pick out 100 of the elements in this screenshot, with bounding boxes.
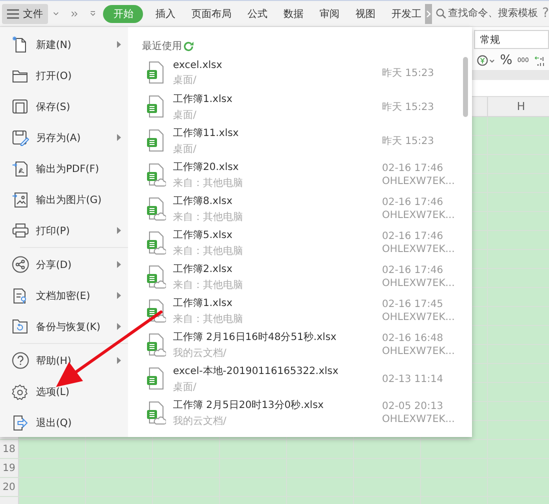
ribbon-tab[interactable]: 审阅 (311, 4, 348, 22)
device-name: OHLEXW7EK... (382, 278, 456, 289)
file-time: 02-16 17:46 (382, 231, 444, 242)
menu-item[interactable]: 退出(Q) (0, 407, 128, 438)
scroll-right-button[interactable] (425, 4, 432, 24)
file-location: 桌面/ (173, 142, 198, 156)
recent-file-item[interactable]: 工作簿 2月5日20时13分0秒.xlsx 我的云文档/ 02-05 20:13 OHLEXW7EK... (146, 396, 466, 430)
menu-item[interactable]: 文档加密(E) (0, 280, 128, 311)
menu-item[interactable]: 打开(O) (0, 60, 128, 91)
exit-icon (12, 414, 28, 430)
recent-file-item[interactable]: 工作簿20.xlsx 来自：其他电脑 02-16 17:46 OHLEXW7EK... (146, 158, 466, 192)
search-icon (436, 8, 446, 19)
lock-document-icon (12, 288, 28, 304)
new-document-icon (12, 36, 28, 53)
menu-item[interactable]: 选项(L) (0, 376, 128, 407)
file-name: excel-本地-20190116165322.xlsx (173, 364, 340, 378)
device-name: OHLEXW7EK... (382, 210, 456, 221)
row-header[interactable]: 20 (0, 478, 19, 496)
ribbon-tab[interactable]: 视图 (347, 4, 384, 22)
file-name: 工作簿2.xlsx (173, 263, 234, 276)
file-location: 我的云文档/ (173, 414, 228, 428)
device-name: OHLEXW7EK... (382, 312, 456, 323)
help-icon (12, 352, 28, 369)
recent-files-heading: 最近使用 (142, 40, 182, 53)
refresh-icon[interactable] (183, 40, 194, 52)
file-name: 工作簿 2月5日20时13分0秒.xlsx (173, 398, 325, 412)
file-name: 工作簿11.xlsx (173, 127, 240, 140)
file-time: 昨天 15:23 (382, 67, 435, 80)
decimal-icon[interactable] (534, 54, 546, 66)
file-location: 来自：其他电脑 (173, 278, 244, 292)
file-location: 桌面/ (173, 74, 198, 86)
row-header[interactable]: 19 (0, 459, 19, 477)
file-location: 来自：其他电脑 (173, 312, 244, 326)
file-location: 来自：其他电脑 (173, 210, 244, 224)
ribbon-tab[interactable]: 数据 (275, 4, 312, 22)
caret-icon[interactable] (53, 10, 59, 16)
ribbon-tab[interactable]: 页面布局 (183, 4, 240, 22)
double-chevron-icon[interactable] (70, 10, 78, 18)
menu-item[interactable]: 备份与恢复(K) (0, 311, 128, 342)
percent-button[interactable]: % (500, 53, 512, 68)
menu-item[interactable]: 输出为PDF(F) (0, 153, 128, 184)
export-image-icon (12, 192, 28, 208)
file-name: 工作簿1.xlsx (173, 93, 234, 106)
ribbon-tab[interactable]: 公式 (239, 4, 276, 22)
file-menu-button[interactable]: 文件 (2, 4, 48, 24)
save-icon (12, 99, 28, 114)
file-time: 昨天 15:23 (382, 135, 435, 148)
search-field[interactable]: 查找命令、搜索模板 (436, 8, 540, 19)
device-name: OHLEXW7EK... (382, 346, 456, 357)
file-time: 02-16 17:45 (382, 299, 444, 310)
file-name: 工作簿8.xlsx (173, 195, 234, 208)
row-header[interactable]: 18 (0, 440, 19, 458)
menu-item[interactable]: 分享(D) (0, 249, 128, 280)
column-header[interactable]: H (488, 97, 549, 116)
export-document-icon (12, 160, 28, 176)
recent-file-item[interactable]: 工作簿 2月16日16时48分51秒.xlsx 我的云文档/ 02-16 16:48 OHLEXW7EK... (146, 328, 466, 362)
file-time: 02-13 11:14 (382, 374, 444, 384)
file-location: 我的云文档/ (173, 346, 228, 360)
share-icon (12, 256, 28, 273)
device-name: OHLEXW7EK... (382, 414, 456, 425)
recent-file-item[interactable]: 工作簿8.xlsx 来自：其他电脑 02-16 17:46 OHLEXW7EK... (146, 192, 466, 226)
ribbon-tab[interactable]: 开发工 (383, 4, 430, 22)
recent-file-item[interactable]: 工作簿5.xlsx 来自：其他电脑 02-16 17:46 OHLEXW7EK... (146, 226, 466, 260)
file-location: 桌面/ (173, 108, 198, 122)
folder-icon (12, 68, 28, 82)
recent-file-item[interactable]: 工作簿11.xlsx 桌面/ 昨天 15:23 (146, 124, 466, 158)
recent-file-item[interactable]: excel-本地-20190116165322.xlsx 桌面/ 02-13 11:14 (146, 362, 466, 396)
recent-file-item[interactable]: excel.xlsx 桌面/ 昨天 15:23 (146, 56, 466, 90)
scrollbar-thumb[interactable] (463, 57, 468, 117)
menu-icon (7, 8, 19, 18)
file-name: excel.xlsx (173, 60, 224, 70)
settings-icon (12, 384, 28, 400)
file-location: 来自：其他电脑 (173, 244, 244, 258)
file-location: 来自：其他电脑 (173, 176, 244, 190)
menu-item[interactable]: 新建(N) (0, 29, 128, 60)
file-time: 02-16 17:46 (382, 163, 444, 174)
dropdown-icon[interactable] (90, 10, 96, 17)
file-location: 桌面/ (173, 380, 198, 394)
file-time: 02-16 17:46 (382, 265, 444, 276)
file-name: 工作簿20.xlsx (173, 161, 240, 174)
file-time: 02-16 16:48 (382, 333, 444, 344)
file-time: 02-05 20:13 (382, 401, 444, 412)
save-as-icon (12, 130, 28, 146)
file-name: 工作簿5.xlsx (173, 229, 234, 242)
recent-file-item[interactable]: 工作簿2.xlsx 来自：其他电脑 02-16 17:46 OHLEXW7EK... (146, 260, 466, 294)
menu-item[interactable]: 打印(P) (0, 215, 128, 246)
number-format-field[interactable]: 常规 (474, 30, 549, 49)
device-name: OHLEXW7EK... (382, 176, 456, 187)
menu-item[interactable]: 输出为图片(G) (0, 184, 128, 215)
file-time: 昨天 15:23 (382, 101, 435, 114)
printer-icon (12, 223, 28, 238)
menu-item[interactable]: 保存(S) (0, 91, 128, 122)
menu-item[interactable]: 另存为(A) (0, 122, 128, 153)
backup-icon (12, 319, 28, 334)
ribbon-tab[interactable]: 插入 (147, 4, 184, 22)
recent-file-item[interactable]: 工作簿1.xlsx 来自：其他电脑 02-16 17:45 OHLEXW7EK... (146, 294, 466, 328)
device-name: OHLEXW7EK... (382, 244, 456, 255)
currency-icon[interactable] (477, 55, 495, 66)
file-time: 02-16 17:46 (382, 197, 444, 208)
recent-file-item[interactable]: 工作簿1.xlsx 桌面/ 昨天 15:23 (146, 90, 466, 124)
